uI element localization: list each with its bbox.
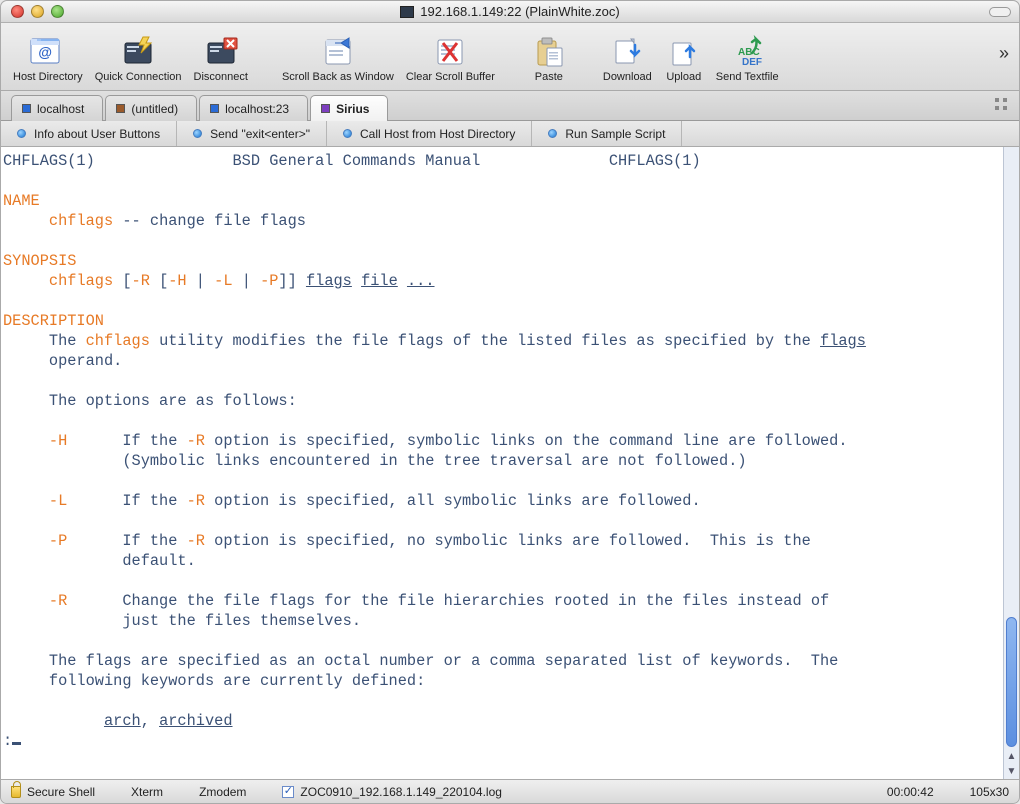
- opt-L: -L: [49, 492, 67, 510]
- user-buttons-bar: Info about User Buttons Send "exit<enter…: [1, 121, 1019, 147]
- quick-connection-button[interactable]: Quick Connection: [89, 32, 188, 84]
- host-directory-label: Host Directory: [13, 71, 83, 83]
- send-textfile-icon: ABC DEF: [727, 33, 767, 71]
- tab-color-icon: [116, 104, 125, 113]
- user-button-label: Call Host from Host Directory: [360, 127, 515, 141]
- opt-P: -P: [49, 532, 67, 550]
- tab-localhost[interactable]: localhost: [11, 95, 103, 121]
- scrollbar[interactable]: ▲ ▼: [1003, 147, 1019, 779]
- clear-buffer-label: Clear Scroll Buffer: [406, 71, 495, 83]
- section-synopsis: SYNOPSIS: [3, 252, 76, 270]
- name-desc: -- change file flags: [113, 212, 306, 230]
- cursor: [12, 742, 21, 745]
- titlebar: 192.168.1.149:22 (PlainWhite.zoc): [1, 1, 1019, 23]
- checkbox-icon: ✓: [282, 786, 294, 798]
- user-button-label: Run Sample Script: [565, 127, 665, 141]
- status-size: 105x30: [970, 785, 1009, 799]
- paste-button[interactable]: Paste: [523, 32, 575, 84]
- status-elapsed: 00:00:42: [887, 785, 934, 799]
- send-textfile-button[interactable]: ABC DEF Send Textfile: [710, 32, 785, 84]
- bullet-icon: [343, 129, 352, 138]
- svg-text:@: @: [38, 44, 52, 60]
- host-directory-icon: @: [28, 33, 68, 71]
- upload-icon: [664, 33, 704, 71]
- svg-text:DEF: DEF: [742, 57, 762, 68]
- man-header-center: BSD General Commands Manual: [233, 152, 481, 170]
- status-term: Xterm: [131, 785, 163, 799]
- toolbar-overflow-icon[interactable]: »: [999, 43, 1009, 64]
- man-header-left: CHFLAGS(1): [3, 152, 95, 170]
- section-name: NAME: [3, 192, 40, 210]
- window-title-icon: [400, 6, 414, 18]
- scroll-back-label: Scroll Back as Window: [282, 71, 394, 83]
- download-icon: [607, 33, 647, 71]
- disconnect-label: Disconnect: [194, 71, 248, 83]
- lock-icon: [11, 786, 21, 798]
- bullet-icon: [548, 129, 557, 138]
- toolbar: @ Host Directory Quick Connection Discon…: [1, 23, 1019, 91]
- man-header-right: CHFLAGS(1): [609, 152, 701, 170]
- user-button-send-exit[interactable]: Send "exit<enter>": [177, 121, 327, 146]
- tab-untitled[interactable]: (untitled): [105, 95, 197, 121]
- user-button-label: Info about User Buttons: [34, 127, 160, 141]
- tab-label: localhost:23: [225, 102, 289, 116]
- user-button-label: Send "exit<enter>": [210, 127, 310, 141]
- paste-label: Paste: [535, 71, 563, 83]
- close-icon[interactable]: [11, 5, 24, 18]
- upload-button[interactable]: Upload: [658, 32, 710, 84]
- host-directory-button[interactable]: @ Host Directory: [7, 32, 89, 84]
- tab-color-icon: [210, 104, 219, 113]
- tab-sirius[interactable]: Sirius: [310, 95, 388, 121]
- paste-icon: [529, 33, 569, 71]
- user-button-call-host[interactable]: Call Host from Host Directory: [327, 121, 532, 146]
- scroll-down-icon[interactable]: ▼: [1004, 764, 1019, 779]
- pager-prompt: :: [3, 732, 12, 750]
- user-button-info[interactable]: Info about User Buttons: [1, 121, 177, 146]
- cmd-name: chflags: [49, 212, 113, 230]
- tab-localhost23[interactable]: localhost:23: [199, 95, 308, 121]
- terminal[interactable]: CHFLAGS(1) BSD General Commands Manual C…: [1, 147, 1003, 779]
- download-label: Download: [603, 71, 652, 83]
- zoom-icon[interactable]: [51, 5, 64, 18]
- status-logfile: ✓ ZOC0910_192.168.1.149_220104.log: [282, 785, 502, 799]
- user-button-run-script[interactable]: Run Sample Script: [532, 121, 682, 146]
- syn-cmd: chflags: [49, 272, 113, 290]
- opt-H: -H: [49, 432, 67, 450]
- terminal-wrapper: CHFLAGS(1) BSD General Commands Manual C…: [1, 147, 1019, 779]
- opt-R: -R: [49, 592, 67, 610]
- bullet-icon: [17, 129, 26, 138]
- scroll-back-button[interactable]: Scroll Back as Window: [276, 32, 400, 84]
- download-button[interactable]: Download: [597, 32, 658, 84]
- window-controls: [11, 5, 64, 18]
- tab-label: Sirius: [336, 102, 369, 116]
- tab-label: (untitled): [131, 102, 178, 116]
- scrollbar-thumb[interactable]: [1006, 617, 1017, 747]
- quick-connection-label: Quick Connection: [95, 71, 182, 83]
- window-title: 192.168.1.149:22 (PlainWhite.zoc): [420, 4, 619, 19]
- bullet-icon: [193, 129, 202, 138]
- clear-buffer-icon: [430, 33, 470, 71]
- clear-buffer-button[interactable]: Clear Scroll Buffer: [400, 32, 501, 84]
- scroll-back-icon: [318, 33, 358, 71]
- status-transfer: Zmodem: [199, 785, 246, 799]
- scroll-up-icon[interactable]: ▲: [1004, 749, 1019, 764]
- section-description: DESCRIPTION: [3, 312, 104, 330]
- status-protocol: Secure Shell: [11, 785, 95, 799]
- quick-connection-icon: [118, 33, 158, 71]
- tab-color-icon: [321, 104, 330, 113]
- disconnect-button[interactable]: Disconnect: [188, 32, 254, 84]
- upload-label: Upload: [666, 71, 701, 83]
- tab-label: localhost: [37, 102, 84, 116]
- send-textfile-label: Send Textfile: [716, 71, 779, 83]
- status-bar: Secure Shell Xterm Zmodem ✓ ZOC0910_192.…: [1, 779, 1019, 803]
- tabstrip: localhost (untitled) localhost:23 Sirius: [1, 91, 1019, 121]
- disconnect-icon: [201, 33, 241, 71]
- toolbar-toggle-icon[interactable]: [989, 7, 1011, 17]
- tab-color-icon: [22, 104, 31, 113]
- tab-grid-icon[interactable]: [995, 98, 1009, 112]
- minimize-icon[interactable]: [31, 5, 44, 18]
